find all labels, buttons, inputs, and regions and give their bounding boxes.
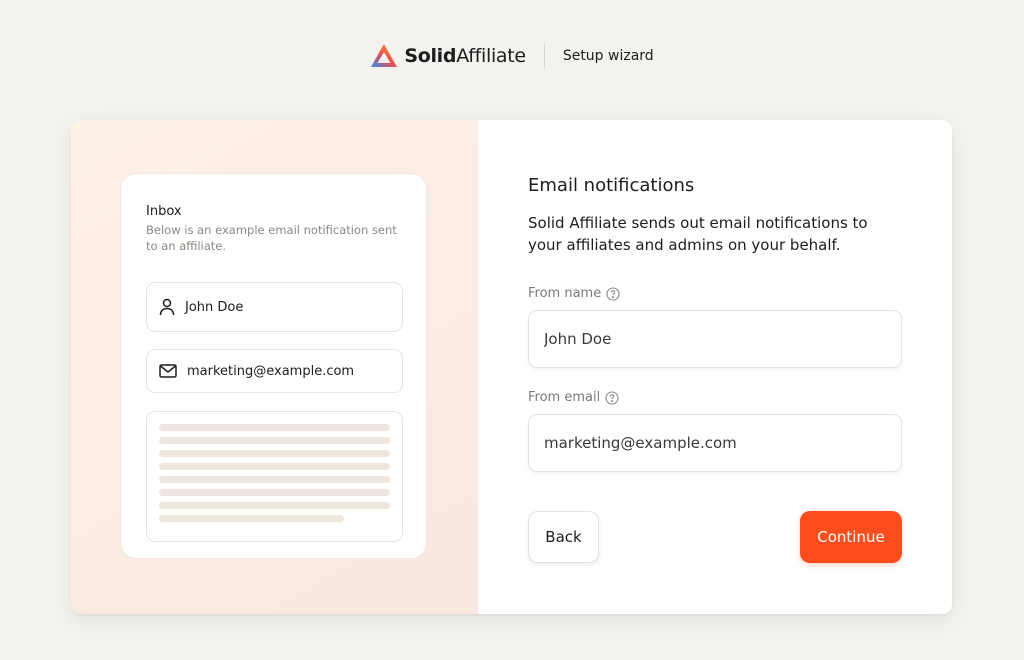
placeholder-line bbox=[159, 437, 390, 444]
inbox-preview-card: Inbox Below is an example email notifica… bbox=[120, 173, 427, 559]
user-icon bbox=[159, 298, 175, 316]
brand-name: SolidAffiliate bbox=[404, 45, 526, 67]
help-circle-icon[interactable] bbox=[606, 286, 620, 301]
inbox-subtitle: Below is an example email notification s… bbox=[146, 223, 397, 253]
help-circle-icon[interactable] bbox=[605, 390, 619, 405]
from-email-label-text: From email bbox=[528, 390, 601, 405]
from-name-label: From name bbox=[528, 286, 904, 301]
mail-icon bbox=[159, 364, 177, 378]
step-description: Solid Affiliate sends out email notifica… bbox=[528, 214, 868, 254]
brand-name-light: Affiliate bbox=[456, 45, 526, 67]
inbox-title: Inbox bbox=[146, 204, 182, 219]
placeholder-line bbox=[159, 424, 390, 431]
wizard-actions: Back Continue bbox=[528, 511, 902, 563]
preview-from-name-text: John Doe bbox=[185, 299, 244, 315]
preview-from-email: marketing@example.com bbox=[146, 349, 403, 393]
placeholder-line bbox=[159, 450, 390, 457]
from-email-label: From email bbox=[528, 390, 904, 405]
top-header: SolidAffiliate Setup wizard bbox=[0, 38, 1024, 74]
from-name-input[interactable] bbox=[528, 310, 902, 368]
email-preview-pane: Inbox Below is an example email notifica… bbox=[71, 120, 478, 614]
placeholder-line bbox=[159, 463, 390, 470]
preview-from-name: John Doe bbox=[146, 282, 403, 332]
preview-from-email-text: marketing@example.com bbox=[187, 363, 355, 379]
wizard-card: Inbox Below is an example email notifica… bbox=[71, 120, 952, 614]
brand: SolidAffiliate bbox=[370, 43, 526, 69]
email-body-placeholder bbox=[146, 411, 403, 542]
placeholder-line bbox=[159, 489, 390, 496]
step-title: Email notifications bbox=[528, 175, 695, 196]
placeholder-line bbox=[159, 476, 390, 483]
settings-form-pane: Email notifications Solid Affiliate send… bbox=[478, 120, 952, 614]
email-settings-form: Email notifications Solid Affiliate send… bbox=[528, 175, 904, 472]
placeholder-line bbox=[159, 515, 344, 522]
continue-button[interactable]: Continue bbox=[800, 511, 902, 563]
brand-name-bold: Solid bbox=[404, 45, 457, 67]
header-divider bbox=[543, 43, 545, 69]
placeholder-line bbox=[159, 502, 390, 509]
solid-affiliate-logo-icon bbox=[371, 44, 398, 67]
setup-wizard-label: Setup wizard bbox=[562, 48, 654, 64]
from-email-input[interactable] bbox=[528, 414, 902, 472]
from-name-label-text: From name bbox=[528, 286, 602, 301]
back-button[interactable]: Back bbox=[528, 511, 599, 563]
